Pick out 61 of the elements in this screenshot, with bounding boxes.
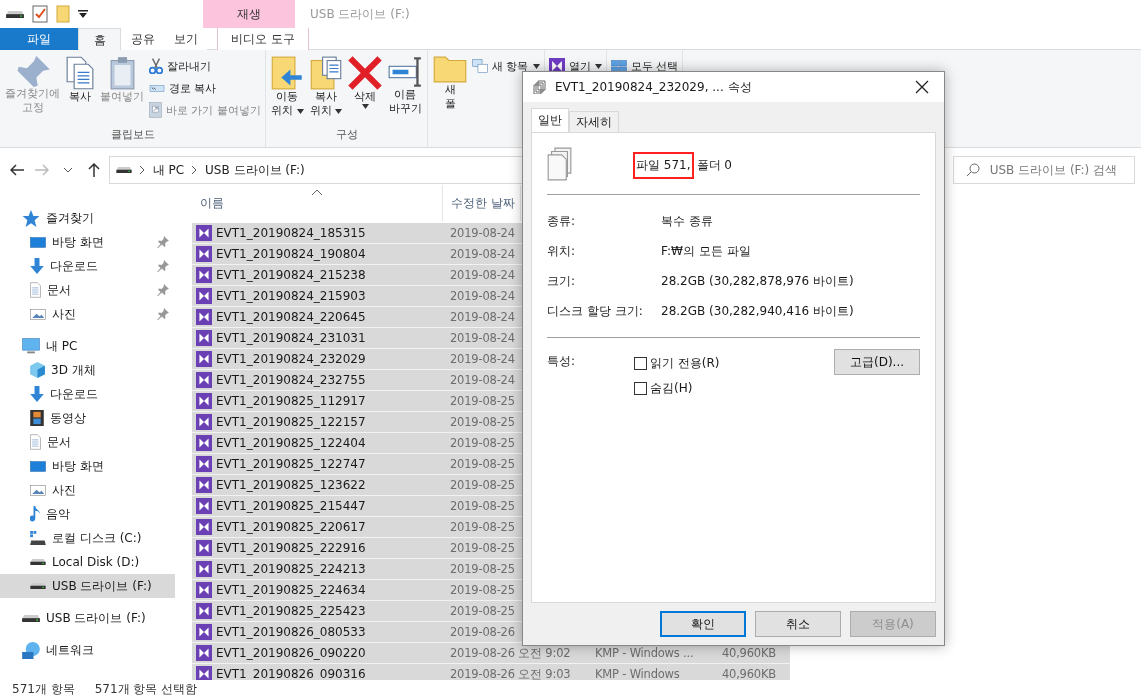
property-value: F:₩의 모든 파일 bbox=[661, 242, 751, 260]
attributes-label: 특성: bbox=[547, 353, 577, 370]
date-cell-text: 2019-08-24 bbox=[449, 247, 515, 261]
file-name: EVT1_20190826_090316 bbox=[216, 667, 366, 680]
file-name: EVT1_20190825_220617 bbox=[216, 520, 366, 534]
file-name: EVT1_20190825_224213 bbox=[216, 562, 366, 576]
file-name: EVT1_20190824_232029 bbox=[216, 352, 366, 366]
file-name: EVT1_20190824_185315 bbox=[216, 226, 366, 240]
date-cell-text: 2019-08-24 bbox=[449, 373, 515, 387]
file-name: EVT1_20190824_215238 bbox=[216, 268, 366, 282]
dialog-title: EVT1_20190824_232029, ... 속성 bbox=[555, 78, 753, 96]
file-name: EVT1_20190824_232755 bbox=[216, 373, 366, 387]
window-title: USB 드라이브 (F:) bbox=[309, 5, 410, 23]
file-name: EVT1_20190825_112917 bbox=[216, 394, 366, 408]
file-name: EVT1_20190825_122747 bbox=[216, 457, 366, 471]
file-name: EVT1_20190824_231031 bbox=[216, 331, 366, 345]
group-label: 구성 bbox=[334, 127, 359, 143]
date-cell-text: 2019-08-25 bbox=[449, 478, 515, 492]
file-name: EVT1_20190825_224634 bbox=[216, 583, 366, 597]
date-cell-text: 2019-08-25 bbox=[449, 415, 515, 429]
type-cell-text: KMP - Windows ... bbox=[594, 646, 695, 660]
file-name: EVT1_20190825_122404 bbox=[216, 436, 366, 450]
size-cell-text: 40,960KB bbox=[720, 646, 776, 660]
file-name: EVT1_20190824_190804 bbox=[216, 247, 366, 261]
date-cell-text: 2019-08-25 bbox=[449, 604, 515, 618]
date-cell-text: 2019-08-25 bbox=[449, 436, 515, 450]
date-cell-text: 2019-08-26 오전 9:03 bbox=[449, 666, 572, 680]
date-cell-text: 2019-08-24 bbox=[449, 331, 515, 345]
date-cell-text: 2019-08-25 bbox=[449, 562, 515, 576]
date-cell-text: 2019-08-25 bbox=[449, 520, 515, 534]
date-cell-text: 2019-08-25 bbox=[449, 499, 515, 513]
date-cell-text: 2019-08-24 bbox=[449, 289, 515, 303]
file-name: EVT1_20190824_220645 bbox=[216, 310, 366, 324]
group-label: 클립보드 bbox=[109, 127, 156, 143]
date-cell-text: 2019-08-25 bbox=[449, 541, 515, 555]
date-cell-text: 2019-08-25 bbox=[449, 583, 515, 597]
summary-text: 폴더 0 bbox=[696, 156, 732, 174]
date-cell-text: 2019-08-24 bbox=[449, 310, 515, 324]
file-name: EVT1_20190824_215903 bbox=[216, 289, 366, 303]
file-name: EVT1_20190825_123622 bbox=[216, 478, 366, 492]
date-cell-text: 2019-08-24 bbox=[449, 226, 515, 240]
date-cell-text: 2019-08-24 bbox=[449, 268, 515, 282]
file-name: EVT1_20190825_222916 bbox=[216, 541, 366, 555]
checkbox-label: 읽기 전용(R) bbox=[650, 355, 720, 372]
type-cell-text: KMP - Windows bbox=[594, 667, 681, 680]
highlighted-text: 파일 571, bbox=[633, 151, 694, 179]
contextual-tab-header: 재생 bbox=[203, 0, 295, 28]
status-text: 571개 항목 bbox=[12, 680, 75, 698]
file-name: EVT1_20190825_225423 bbox=[216, 604, 366, 618]
property-label: 위치: bbox=[547, 242, 577, 260]
date-cell-text: 2019-08-25 bbox=[449, 394, 515, 408]
date-cell-text: 2019-08-26 bbox=[449, 625, 515, 639]
file-name: EVT1_20190826_090220 bbox=[216, 646, 366, 660]
file-name: EVT1_20190826_080533 bbox=[216, 625, 366, 639]
date-cell-text: 2019-08-26 오전 9:02 bbox=[449, 645, 572, 661]
size-cell-text: 40,960KB bbox=[720, 667, 776, 680]
file-name: EVT1_20190825_122157 bbox=[216, 415, 366, 429]
file-name: EVT1_20190825_215447 bbox=[216, 499, 366, 513]
status-text: 571개 항목 선택함 bbox=[94, 680, 198, 698]
date-cell-text: 2019-08-24 bbox=[449, 352, 515, 366]
date-cell-text: 2019-08-25 bbox=[449, 457, 515, 471]
